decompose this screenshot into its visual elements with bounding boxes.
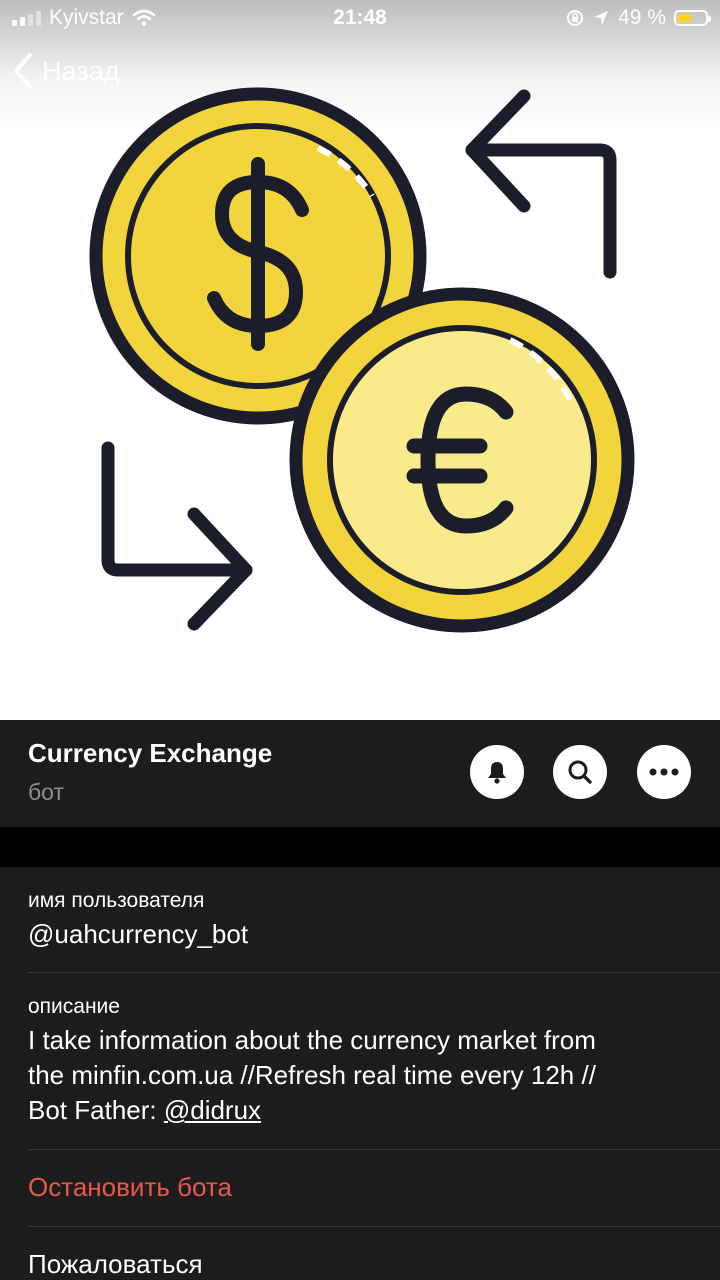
- battery-level: [678, 14, 691, 22]
- info-section: имя пользователя @uahcurrency_bot описан…: [0, 867, 720, 1280]
- profile-header: Currency Exchange бот: [0, 720, 720, 827]
- report-button[interactable]: Пожаловаться: [28, 1249, 720, 1280]
- battery-percent: 49 %: [618, 6, 666, 29]
- back-button[interactable]: Назад: [12, 52, 119, 90]
- battery-icon: [674, 10, 711, 26]
- euro-coin-icon: [289, 287, 635, 633]
- stop-bot-button[interactable]: Остановить бота: [28, 1172, 720, 1203]
- description-prefix: Bot Father:: [28, 1095, 164, 1125]
- section-separator: [0, 827, 720, 867]
- arrow-turn-right-icon: [101, 441, 253, 631]
- currency-exchange-icon: [89, 87, 635, 633]
- divider: [28, 972, 720, 973]
- profile-photo[interactable]: Kyivstar 21:48 49 % Назад: [0, 0, 720, 720]
- divider: [28, 1149, 720, 1150]
- bot-name: Currency Exchange: [28, 738, 273, 768]
- username-row[interactable]: имя пользователя @uahcurrency_bot: [28, 889, 720, 950]
- arrow-turn-left-icon: [465, 89, 617, 279]
- search-button[interactable]: [553, 745, 607, 799]
- description-line: the minfin.com.ua //Refresh real time ev…: [28, 1060, 596, 1090]
- status-right: 49 %: [566, 6, 711, 30]
- description-label: описание: [28, 995, 120, 1018]
- description-line: I take information about the currency ma…: [28, 1025, 596, 1055]
- bot-father-link[interactable]: @didrux: [164, 1095, 261, 1125]
- search-icon: [568, 760, 592, 784]
- back-label: Назад: [42, 55, 120, 86]
- more-button[interactable]: [637, 745, 691, 799]
- location-icon: [594, 11, 609, 25]
- description-text: I take information about the currency ma…: [28, 1023, 720, 1128]
- description-row: описание I take information about the cu…: [28, 995, 720, 1128]
- username-label: имя пользователя: [28, 889, 205, 912]
- report-row[interactable]: Пожаловаться: [28, 1249, 720, 1280]
- stop-bot-row[interactable]: Остановить бота: [28, 1172, 720, 1203]
- bot-type: бот: [28, 779, 64, 805]
- bell-icon: [488, 762, 506, 784]
- more-icon: [649, 768, 679, 776]
- divider: [28, 1226, 720, 1227]
- orientation-lock-icon: [567, 10, 584, 26]
- description-line: Bot Father: @didrux: [28, 1093, 690, 1128]
- chevron-left-icon: [14, 53, 32, 89]
- username-value[interactable]: @uahcurrency_bot: [28, 919, 720, 950]
- mute-button[interactable]: [470, 745, 524, 799]
- status-bar: Kyivstar 21:48 49 %: [0, 0, 720, 36]
